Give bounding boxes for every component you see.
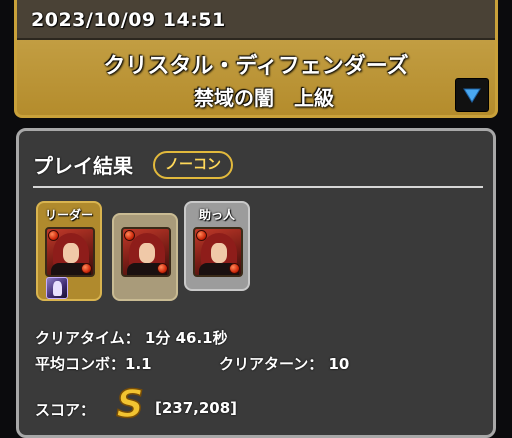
clear-time: クリアタイム： 1分 46.1秒 (35, 329, 228, 347)
score-rank-s-icon: S (116, 383, 145, 423)
floor-name: 禁域の闇 上級 (194, 86, 334, 110)
triangle-down-icon (463, 88, 481, 103)
helper-card[interactable]: 助っ人 (184, 201, 250, 291)
average-combo: 平均コンボ：1.1 (35, 355, 152, 373)
fire-orb-icon (81, 263, 92, 274)
fire-orb-icon (124, 230, 135, 241)
expand-dropdown-button[interactable] (455, 78, 489, 112)
leader-monster-icon (45, 227, 95, 277)
dungeon-name: クリスタル・ディフェンダーズ (103, 54, 409, 79)
result-title: プレイ結果 (33, 154, 133, 178)
fire-orb-icon (157, 263, 168, 274)
assist-monster-icon (46, 277, 68, 299)
fire-orb-icon (196, 230, 207, 241)
leader-card[interactable]: リーダー (36, 201, 102, 301)
score-rank: S (116, 383, 143, 423)
score-value: [237,208] (155, 399, 238, 417)
helper-monster-icon (193, 227, 243, 277)
clear-turns: クリアターン： 10 (219, 355, 350, 373)
score-label: スコア： (35, 401, 96, 419)
no-continue-badge: ノーコン (153, 151, 233, 179)
sub-monster-icon (121, 227, 171, 277)
dungeon-header: 2023/10/09 14:51 クリスタル・ディフェンダーズ 禁域の闇 上級 (14, 0, 498, 118)
fire-orb-icon (229, 263, 240, 274)
helper-label: 助っ人 (198, 208, 235, 222)
datetime-bar: 2023/10/09 14:51 (17, 0, 495, 40)
divider (33, 186, 483, 188)
play-datetime: 2023/10/09 14:51 (31, 9, 226, 31)
sub-card[interactable] (112, 213, 178, 301)
play-result-panel: プレイ結果 ノーコン リーダー 助っ人 クリアタイム： 1分 46.1秒 平均コ… (16, 128, 496, 438)
fire-orb-icon (48, 230, 59, 241)
leader-label: リーダー (44, 208, 93, 222)
